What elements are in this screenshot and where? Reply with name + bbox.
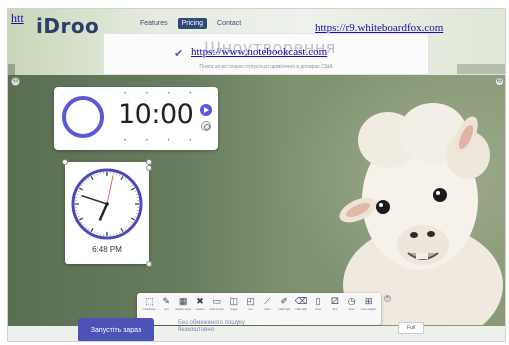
cta-note-line2: безкоштовно (178, 327, 215, 333)
tool-label: Interactive (143, 308, 156, 311)
clock-widget[interactable]: 6:48 PM (62, 159, 152, 267)
nav-features[interactable]: Features (136, 18, 172, 29)
tool-brush[interactable]: ✐ traffic light (276, 296, 293, 325)
timer-display: 10:00 (118, 99, 194, 130)
tool-pen[interactable]: ✎ pen (158, 296, 175, 325)
full-badge[interactable]: Full (398, 322, 424, 334)
trash-icon: ⌫ (294, 296, 308, 306)
close-handle[interactable] (146, 165, 152, 171)
widget-toolbar: ⬚ Interactive ✎ pen ▦ random name ✖ random ▭ draw… (137, 293, 391, 325)
brush-icon: ✐ (280, 296, 289, 306)
grid-icon: ▦ (178, 296, 188, 306)
widgets-icon: ⊞ (364, 296, 373, 306)
line-icon: ⟋ (264, 296, 271, 306)
banner-subtitle: Плата за всі плани стягується щомісячно … (199, 64, 333, 70)
resize-handle-br[interactable] (146, 261, 152, 267)
tool-label: text (248, 308, 253, 311)
site-nav: Features Pricing Contact (136, 18, 245, 29)
tool-label: dice (332, 308, 338, 311)
browser-frame: htt iDroo Features Pricing Contact https… (7, 8, 506, 342)
noise-icon: ▯ (315, 296, 321, 306)
tool-label: traffic light (278, 308, 291, 311)
tool-label: traffic light (295, 308, 308, 311)
tool-label: draw (264, 308, 271, 311)
cta-note-line1: Без обмеженого пошуку (178, 320, 245, 326)
check-icon: ✔ (174, 48, 184, 60)
image-icon: ◫ (229, 296, 238, 306)
tool-label: pen (164, 308, 169, 311)
tool-label: random name (175, 308, 192, 311)
timer-up-arrows[interactable]: • • • • (124, 91, 200, 97)
cta-note: Без обмеженого пошуку безкоштовно (178, 320, 245, 334)
timer-widget[interactable]: • • • • 10:00 • • • • (54, 87, 218, 150)
tool-timer[interactable]: ◷ timer (343, 296, 360, 325)
whiteboard-canvas[interactable]: ⊖ ⊖ • • • • 10:00 • • • • 6:48 PM ⬚ Inte… (8, 75, 505, 327)
notebookcast-link[interactable]: https://www.notebookcast.com (191, 46, 327, 58)
tool-label: timer (348, 308, 355, 311)
toolbar-close-icon[interactable]: × (384, 295, 391, 302)
dice-icon: ⚂ (330, 296, 339, 306)
tool-label: random (195, 308, 205, 311)
website-header: htt iDroo Features Pricing Contact https… (8, 9, 505, 77)
tool-line[interactable]: ⟋ draw (259, 296, 276, 325)
pricing-banner: Шноутворення ✔ https://www.notebookcast.… (103, 33, 429, 75)
text-icon: ◰ (246, 296, 255, 306)
tool-label: draw screen (209, 308, 224, 311)
minimize-right-icon[interactable]: ⊖ (495, 77, 504, 86)
right-scroll-strip (457, 64, 505, 74)
reset-icon[interactable] (201, 121, 211, 131)
timer-down-arrows[interactable]: • • • • (124, 138, 200, 144)
minimize-left-icon[interactable]: ⊖ (11, 77, 20, 86)
analog-clock (71, 168, 143, 240)
timer-progress-ring (62, 96, 104, 138)
tool-widgets[interactable]: ⊞ more widgets (360, 296, 377, 325)
tool-label: noise (314, 308, 322, 311)
tool-label: more widgets (360, 308, 377, 311)
website-footer: Запустіть зараз Без обмеженого пошуку бе… (8, 318, 505, 341)
select-icon: ⬚ (145, 296, 154, 306)
timer-icon: ◷ (347, 296, 356, 306)
nav-contact[interactable]: Contact (213, 18, 245, 29)
top-left-link[interactable]: htt (11, 11, 24, 26)
launch-now-button[interactable]: Запустіть зараз (78, 318, 154, 341)
screen-icon: ▭ (212, 296, 222, 306)
digital-time: 6:48 PM (92, 245, 122, 254)
tool-label: image (230, 308, 238, 311)
resize-handle-tl[interactable] (62, 159, 68, 165)
site-logo[interactable]: iDroo (36, 14, 99, 38)
tool-noise[interactable]: ▯ noise (310, 296, 327, 325)
alpaca-image (339, 103, 503, 325)
tool-dice[interactable]: ⚂ dice (326, 296, 343, 325)
play-icon[interactable] (200, 104, 212, 116)
nav-pricing[interactable]: Pricing (177, 18, 208, 29)
pen-icon: ✎ (162, 296, 171, 306)
tool-trash[interactable]: ⌫ traffic light (293, 296, 310, 325)
shuffle-icon: ✖ (196, 296, 204, 306)
